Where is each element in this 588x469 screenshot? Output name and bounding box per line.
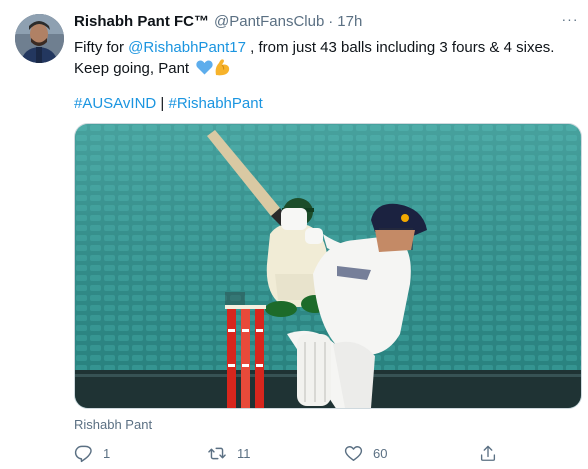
display-name[interactable]: Rishabh Pant FC™ xyxy=(74,13,209,30)
hashtags: #AUSAvIND | #RishabhPant xyxy=(74,94,263,114)
media-caption[interactable]: Rishabh Pant xyxy=(74,417,152,432)
tweet-header: Rishabh Pant FC™ @PantFansClub · 17h xyxy=(74,13,362,35)
text-part: , from just 43 balls including 3 fours &… xyxy=(245,39,555,56)
blue-heart-emoji xyxy=(196,60,213,75)
like-count: 60 xyxy=(373,445,388,461)
text-line: Keep going, Pant xyxy=(74,60,190,77)
tweet[interactable]: Rishabh Pant FC™ @PantFansClub · 17h ···… xyxy=(0,0,588,469)
share-button[interactable] xyxy=(479,443,507,463)
text-part: Fifty for xyxy=(74,39,129,56)
hashtag-separator: | xyxy=(156,95,169,112)
like-button[interactable]: 60 xyxy=(344,443,387,463)
separator-dot: · xyxy=(328,13,334,30)
hashtag-link[interactable]: #AUSAvIND xyxy=(74,95,156,112)
tweet-actions: 1 11 60 xyxy=(74,443,504,465)
timestamp[interactable]: 17h xyxy=(337,13,362,30)
retweet-button[interactable]: 11 xyxy=(207,443,251,463)
reply-count: 1 xyxy=(103,445,111,461)
mention-link[interactable]: @RishabhPant17 xyxy=(128,39,246,56)
heart-icon xyxy=(344,445,363,461)
retweet-count: 11 xyxy=(237,445,251,461)
user-avatar[interactable] xyxy=(15,14,64,63)
reply-icon xyxy=(74,445,92,462)
tweet-text: Fifty for @RishabhPant17 , from just 43 … xyxy=(74,38,574,79)
tweet-media-image[interactable] xyxy=(74,123,582,409)
reply-button[interactable]: 1 xyxy=(74,443,110,463)
user-handle[interactable]: @PantFansClub xyxy=(214,13,324,30)
retweet-icon xyxy=(208,447,226,459)
share-icon xyxy=(480,445,496,461)
hashtag-link[interactable]: #RishabhPant xyxy=(169,95,263,112)
more-icon[interactable]: ··· xyxy=(560,12,580,32)
flexed-biceps-emoji xyxy=(213,58,231,76)
stumps xyxy=(225,305,266,408)
